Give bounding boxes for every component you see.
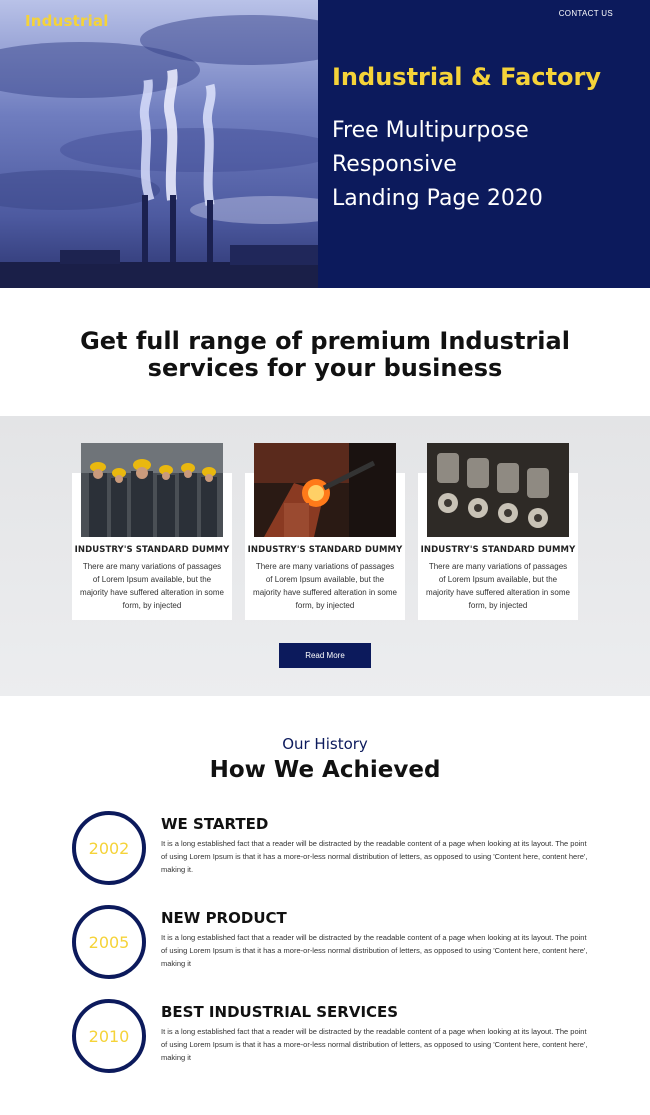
- hero-subtitle-line: Responsive: [332, 152, 457, 177]
- services-heading-line: Get full range of premium Industrial: [80, 327, 570, 355]
- timeline-text: It is a long established fact that a rea…: [161, 1027, 588, 1062]
- card-text: There are many variations of passages of…: [80, 562, 224, 610]
- engine-photo: [427, 443, 569, 537]
- factory-smokestacks-image: [0, 0, 318, 288]
- history-kicker: Our History: [282, 735, 368, 753]
- year-circle: 2010: [72, 999, 146, 1073]
- service-card[interactable]: INDUSTRY'S STANDARD DUMMY There are many…: [72, 443, 232, 620]
- timeline-item: 2010 BEST INDUSTRIAL SERVICES It is a lo…: [72, 999, 592, 1073]
- timeline-heading: NEW PRODUCT: [161, 909, 287, 927]
- service-card[interactable]: INDUSTRY'S STANDARD DUMMY There are many…: [418, 443, 578, 620]
- read-more-button[interactable]: Read More: [279, 643, 371, 668]
- hero-subtitle: Free Multipurpose Responsive Landing Pag…: [332, 114, 642, 216]
- year-circle: 2005: [72, 905, 146, 979]
- hero-subtitle-line: Landing Page 2020: [332, 186, 543, 211]
- hero-subtitle-line: Free Multipurpose: [332, 118, 529, 143]
- card-title: INDUSTRY'S STANDARD DUMMY: [420, 545, 576, 555]
- timeline-heading: WE STARTED: [161, 815, 269, 833]
- hero-section: Industrial CONTACT US Industrial & Facto…: [0, 0, 650, 288]
- hero-panel: CONTACT US Industrial & Factory Free Mul…: [318, 0, 650, 288]
- year-circle: 2002: [72, 811, 146, 885]
- timeline-heading: BEST INDUSTRIAL SERVICES: [161, 1003, 399, 1021]
- card-text: There are many variations of passages of…: [426, 562, 570, 610]
- card-title: INDUSTRY'S STANDARD DUMMY: [247, 545, 403, 555]
- services-heading: Get full range of premium Industrial ser…: [0, 328, 650, 382]
- welding-photo: [254, 443, 396, 537]
- workers-photo: [81, 443, 223, 537]
- hero-title: Industrial & Factory: [332, 63, 602, 91]
- service-card[interactable]: INDUSTRY'S STANDARD DUMMY There are many…: [245, 443, 405, 620]
- brand-logo[interactable]: Industrial: [25, 12, 109, 30]
- timeline-item: 2005 NEW PRODUCT It is a long establishe…: [72, 905, 592, 979]
- timeline-text: It is a long established fact that a rea…: [161, 839, 588, 874]
- history-title: How We Achieved: [209, 757, 441, 783]
- timeline-text: It is a long established fact that a rea…: [161, 933, 588, 968]
- services-cards-section: INDUSTRY'S STANDARD DUMMY There are many…: [0, 416, 650, 696]
- timeline-item: 2002 WE STARTED It is a long established…: [72, 811, 592, 885]
- contact-us-link[interactable]: CONTACT US: [559, 9, 613, 18]
- services-heading-line: services for your business: [147, 354, 503, 382]
- card-title: INDUSTRY'S STANDARD DUMMY: [74, 545, 230, 555]
- card-text: There are many variations of passages of…: [253, 562, 397, 610]
